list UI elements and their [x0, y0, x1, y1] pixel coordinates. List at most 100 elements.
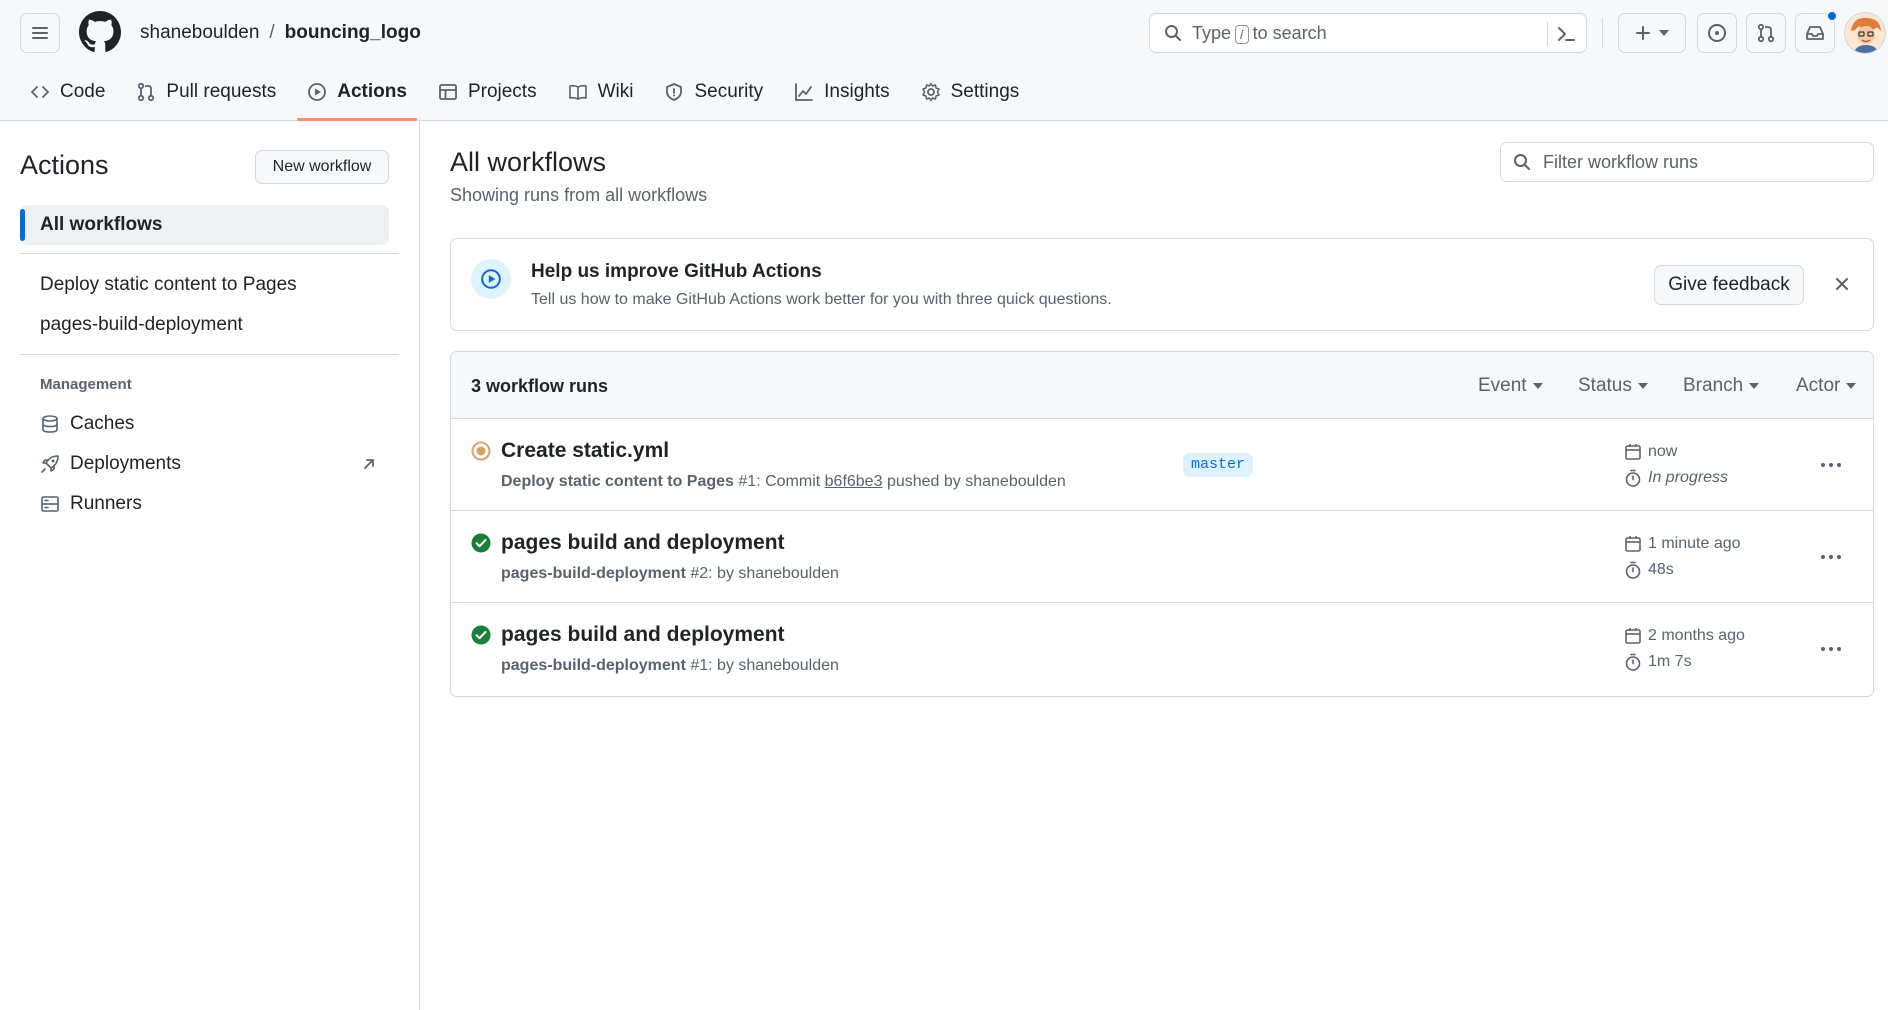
close-icon[interactable] — [1833, 275, 1851, 293]
tab-insights[interactable]: Insights — [784, 70, 899, 114]
event-filter-dropdown[interactable]: Event — [1478, 375, 1543, 397]
feedback-banner: Help us improve GitHub Actions Tell us h… — [450, 238, 1874, 331]
tab-security[interactable]: Security — [654, 70, 773, 114]
global-search-input[interactable]: Type / to search — [1149, 13, 1587, 53]
actor-filter-dropdown[interactable]: Actor — [1796, 375, 1857, 397]
give-feedback-button[interactable]: Give feedback — [1654, 265, 1804, 305]
feedback-title: Help us improve GitHub Actions — [531, 261, 822, 282]
kebab-horizontal-icon[interactable] — [1819, 455, 1843, 475]
kebab-horizontal-icon[interactable] — [1819, 639, 1843, 659]
filter-label: Actor — [1796, 375, 1841, 396]
run-timestamp: 1 minute ago — [1624, 535, 1741, 553]
new-workflow-button[interactable]: New workflow — [255, 150, 389, 184]
sidebar-item-all-workflows[interactable]: All workflows — [20, 205, 389, 245]
run-title-link[interactable]: pages build and deployment — [501, 531, 785, 555]
run-duration-text: 48s — [1648, 561, 1674, 578]
search-placeholder: Type / to search — [1192, 23, 1327, 44]
sidebar-divider — [20, 253, 399, 254]
pull-requests-button[interactable] — [1746, 13, 1786, 53]
slash-key-hint: / — [1235, 24, 1249, 44]
breadcrumb-separator: / — [269, 22, 275, 43]
shield-icon — [666, 83, 683, 101]
issues-button[interactable] — [1697, 13, 1737, 53]
kebab-horizontal-icon[interactable] — [1819, 547, 1843, 567]
branch-filter-dropdown[interactable]: Branch — [1683, 375, 1760, 397]
run-meta: Deploy static content to Pages #1: Commi… — [501, 473, 1066, 491]
runs-count: 3 workflow runs — [471, 376, 609, 396]
page-title: All workflows — [450, 147, 607, 177]
avatar[interactable] — [1844, 12, 1886, 54]
run-title-link[interactable]: Create static.yml — [501, 439, 669, 463]
feedback-icon-wrap — [471, 259, 511, 299]
sidebar-divider — [20, 354, 399, 355]
search-divider — [1547, 22, 1548, 46]
plus-icon — [1636, 26, 1650, 40]
sidebar-item-pages-build-deployment[interactable]: pages-build-deployment — [40, 314, 243, 336]
git-pull-request-icon — [138, 82, 155, 102]
tab-wiki[interactable]: Wiki — [558, 70, 644, 114]
run-title-link[interactable]: pages build and deployment — [501, 623, 785, 647]
repo-owner-link[interactable]: shaneboulden — [140, 22, 259, 44]
sidebar-item-label: Runners — [70, 493, 142, 514]
menu-button[interactable] — [20, 13, 60, 53]
filter-label: Status — [1578, 375, 1632, 396]
run-duration-text: In progress — [1648, 469, 1729, 486]
runs-list-header: 3 workflow runs Event Status Branch Acto… — [451, 352, 1873, 419]
sidebar-item-caches[interactable]: Caches — [40, 413, 134, 435]
server-icon — [41, 496, 59, 512]
calendar-icon — [1625, 628, 1641, 644]
sidebar-item-deployments[interactable]: Deployments — [40, 453, 181, 475]
global-header: shaneboulden / bouncing_logo Type / to sea… — [0, 0, 1888, 121]
filter-workflow-runs-input[interactable]: Filter workflow runs — [1500, 142, 1874, 182]
header-divider — [1602, 18, 1603, 48]
filter-label: Event — [1478, 375, 1527, 396]
status-filter-dropdown[interactable]: Status — [1578, 375, 1648, 397]
actions-sidebar: Actions New workflow All workflows Deplo… — [0, 121, 420, 1010]
github-logo-icon[interactable] — [79, 11, 121, 53]
caret-down-icon — [1637, 383, 1648, 389]
table-row[interactable]: Create static.yml Deploy static content … — [451, 419, 1873, 511]
stopwatch-icon — [1625, 653, 1641, 671]
run-meta-text: pushed by shaneboulden — [886, 473, 1066, 490]
run-time-text: 2 months ago — [1648, 627, 1745, 644]
sidebar-item-runners[interactable]: Runners — [40, 493, 142, 515]
table-row[interactable]: pages build and deployment pages-build-d… — [451, 511, 1873, 603]
tab-settings[interactable]: Settings — [911, 70, 1030, 114]
database-icon — [42, 415, 58, 433]
book-icon — [568, 84, 587, 100]
tab-pull-requests[interactable]: Pull requests — [126, 70, 286, 114]
table-row[interactable]: pages build and deployment pages-build-d… — [451, 603, 1873, 695]
tab-actions[interactable]: Actions — [297, 70, 417, 121]
tab-label: Code — [60, 81, 106, 102]
sidebar-item-deploy-static-content[interactable]: Deploy static content to Pages — [40, 274, 297, 296]
create-new-button[interactable] — [1618, 13, 1686, 53]
run-meta: pages-build-deployment #2: by shanebould… — [501, 565, 839, 583]
branch-badge[interactable]: master — [1183, 453, 1254, 477]
tab-projects[interactable]: Projects — [428, 70, 547, 114]
run-duration-text: 1m 7s — [1648, 653, 1692, 670]
run-duration: 48s — [1624, 561, 1674, 579]
rocket-icon — [41, 455, 59, 473]
breadcrumb: shaneboulden / bouncing_logo — [140, 20, 421, 46]
tab-code[interactable]: Code — [20, 70, 115, 114]
table-icon — [439, 84, 457, 100]
repo-name-link[interactable]: bouncing_logo — [285, 22, 421, 44]
run-meta-text: : by shaneboulden — [708, 657, 839, 674]
run-meta-text: : by shaneboulden — [708, 565, 839, 582]
play-icon — [308, 83, 327, 101]
notification-indicator — [1826, 10, 1838, 22]
sidebar-title: Actions — [20, 150, 109, 180]
run-meta-text: : Commit — [756, 473, 821, 490]
search-suffix: to search — [1252, 22, 1327, 43]
commit-sha-link[interactable]: b6f6be3 — [825, 473, 883, 490]
tab-label: Actions — [337, 81, 407, 102]
run-timestamp: now — [1624, 443, 1677, 461]
run-number: #2 — [690, 565, 709, 582]
run-number: #1 — [738, 473, 757, 490]
tab-label: Pull requests — [166, 81, 277, 102]
calendar-icon — [1625, 536, 1641, 552]
tab-label: Security — [694, 81, 764, 102]
status-success-icon — [471, 625, 491, 645]
command-palette-icon[interactable] — [1556, 24, 1576, 44]
hamburger-icon — [32, 27, 48, 39]
